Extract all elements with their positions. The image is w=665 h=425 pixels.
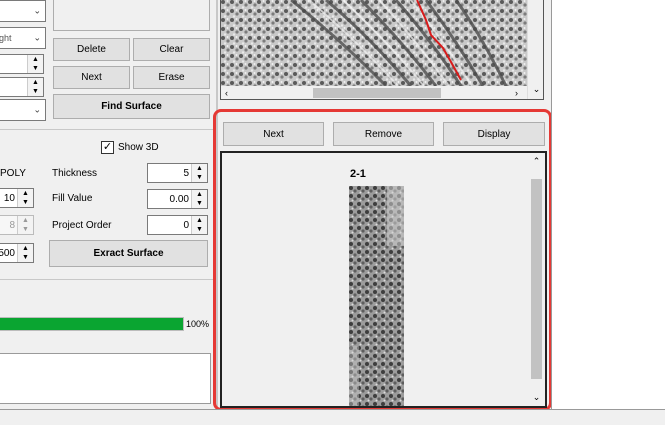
display-button[interactable]: Display <box>443 122 545 146</box>
group-divider <box>0 129 214 130</box>
slice-vscrollbar[interactable]: ⌃ ⌄ <box>528 153 545 406</box>
fill-value-field[interactable]: 0.00 ▲ ▼ <box>147 189 208 209</box>
show3d-label: Show 3D <box>118 142 159 153</box>
top-viewer-hscrollbar[interactable]: ‹ › <box>221 86 527 99</box>
chevron-right-icon[interactable]: › <box>515 86 525 99</box>
left-spin-field-1[interactable]: ▲ ▼ <box>0 54 44 74</box>
progress-fill <box>0 318 183 330</box>
group-divider <box>0 279 214 280</box>
spinner-icon[interactable]: ▲ ▼ <box>191 216 207 234</box>
find-surface-button[interactable]: Find Surface <box>53 94 210 119</box>
fill-value-label: Fill Value <box>52 193 93 204</box>
delete-button[interactable]: Delete <box>53 38 130 61</box>
left-panel: ⌄ ght ⌄ ▲ ▼ ▲ ▼ ⌄ Delete Clear Next Erase … <box>0 0 216 425</box>
spinner-icon[interactable]: ▲ ▼ <box>17 244 33 262</box>
progress-bar <box>0 317 184 331</box>
clear-button[interactable]: Clear <box>133 38 210 61</box>
slice-title: 2-1 <box>350 168 366 180</box>
chevron-down-icon: ⌄ <box>33 5 41 16</box>
spinner-icon[interactable]: ▲ ▼ <box>27 55 43 73</box>
project-order-label: Project Order <box>52 220 112 231</box>
slice-viewer[interactable]: 2-1 ⌃ ⌄ <box>220 151 547 408</box>
left-combo-3[interactable]: ⌄ <box>0 99 46 121</box>
thickness-field[interactable]: 5 ▲ ▼ <box>147 163 208 183</box>
disabled-field: 8 ▲ ▼ <box>0 215 34 235</box>
next-button-right[interactable]: Next <box>223 122 324 146</box>
slice-image <box>349 186 404 406</box>
chevron-down-icon: ⌄ <box>33 104 41 115</box>
top-viewer-vscrollbar[interactable]: ⌄ <box>527 0 543 99</box>
chevron-down-icon[interactable]: ⌄ <box>528 82 543 96</box>
extract-surface-button[interactable]: Exract Surface <box>49 240 208 267</box>
spinner-icon[interactable]: ▲ ▼ <box>191 164 207 182</box>
info-box <box>53 0 210 31</box>
poly-field[interactable]: 10 ▲ ▼ <box>0 188 34 208</box>
tomogram-image <box>221 0 527 86</box>
next-button-left[interactable]: Next <box>53 66 130 89</box>
top-image-viewer[interactable]: ⌄ ‹ › <box>220 0 544 100</box>
progress-label: 100% <box>186 319 210 329</box>
erase-button[interactable]: Erase <box>133 66 210 89</box>
left-value-field[interactable]: 500 ▲ ▼ <box>0 243 34 263</box>
spinner-icon: ▲ ▼ <box>17 216 33 234</box>
right-canvas-area <box>551 0 665 409</box>
thickness-label: Thickness <box>52 168 98 179</box>
left-spin-field-2[interactable]: ▲ ▼ <box>0 77 44 97</box>
chevron-left-icon[interactable]: ‹ <box>225 86 235 99</box>
poly-label: POLY <box>0 168 26 179</box>
chevron-up-icon[interactable]: ⌃ <box>528 155 545 167</box>
vscroll-thumb[interactable] <box>531 179 542 379</box>
chevron-down-icon: ⌄ <box>33 32 41 43</box>
spinner-icon[interactable]: ▲ ▼ <box>27 78 43 96</box>
project-order-field[interactable]: 0 ▲ ▼ <box>147 215 208 235</box>
spinner-icon[interactable]: ▲ ▼ <box>191 190 207 208</box>
show3d-checkbox[interactable]: ✓ <box>101 141 114 154</box>
spinner-icon[interactable]: ▲ ▼ <box>17 189 33 207</box>
status-bar <box>0 409 665 425</box>
top-combo-2[interactable]: ght ⌄ <box>0 27 46 49</box>
log-box <box>0 353 211 404</box>
chevron-down-icon[interactable]: ⌄ <box>528 391 545 403</box>
remove-button[interactable]: Remove <box>333 122 434 146</box>
top-combo-1[interactable]: ⌄ <box>0 0 46 22</box>
hscroll-thumb[interactable] <box>313 88 441 98</box>
